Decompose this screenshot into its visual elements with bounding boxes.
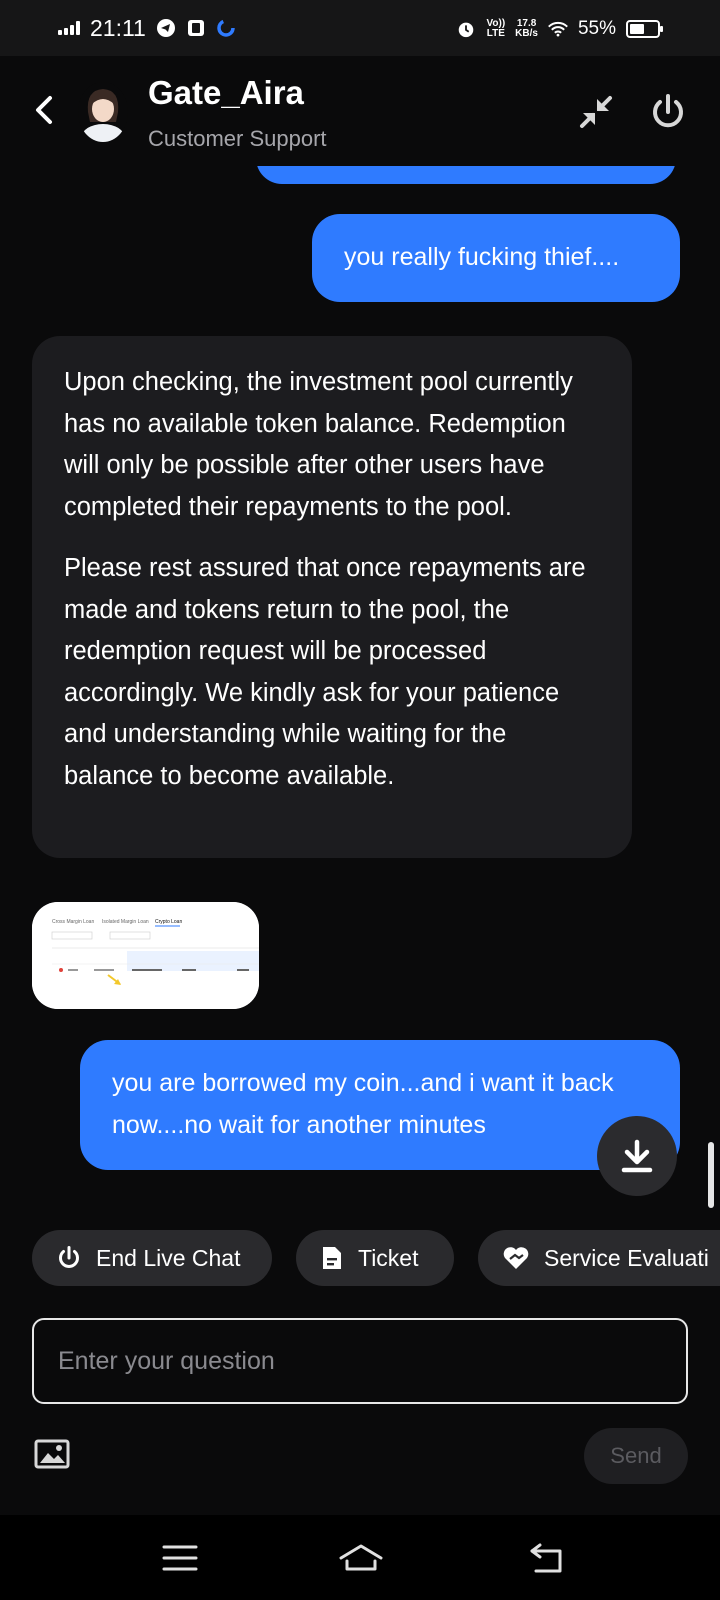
image-tab: Cross Margin Loan [52,919,94,925]
heart-hand-icon [503,1247,529,1269]
end-chat-button[interactable] [648,92,688,132]
scroll-to-bottom-button[interactable] [597,1116,677,1196]
back-nav-icon [530,1543,562,1573]
message-paragraph: Upon checking, the investment pool curre… [64,368,573,521]
home-icon [339,1544,383,1571]
power-icon [59,1246,79,1268]
back-arrow-icon [36,96,52,124]
message-text: you really fucking thief.... [344,243,620,271]
status-bar: 21:11 Vo)) LTE 17.8 KB/s 55% [0,0,720,56]
network-speed: 17.8 KB/s [515,18,538,39]
user-message: you are borrowed my coin...and i want it… [80,1040,680,1170]
alarm-icon [456,19,476,39]
app-icon [186,18,206,38]
agent-message: Upon checking, the investment pool curre… [32,336,632,858]
question-input-box[interactable] [32,1318,688,1404]
agent-image-attachment[interactable]: Cross Margin Loan Isolated Margin Loan C… [32,902,259,1009]
system-nav-bar [0,1515,720,1600]
status-time: 21:11 [90,14,146,41]
image-tab: Crypto Loan [155,919,182,925]
avatar [78,82,128,142]
battery-icon [626,20,663,38]
agent-role: Customer Support [148,126,327,151]
end-live-chat-button[interactable]: End Live Chat [32,1230,272,1286]
power-icon [653,94,683,128]
menu-icon [162,1545,198,1571]
message-paragraph: Please rest assured that once repayments… [64,554,586,790]
image-tab: Isolated Margin Loan [102,919,149,925]
quick-actions: End Live Chat Ticket Service Evaluati [0,1230,720,1286]
screenshot-thumbnail: Cross Margin Loan Isolated Margin Loan C… [32,902,259,1009]
send-button[interactable]: Send [584,1428,688,1484]
minimize-button[interactable] [578,94,614,130]
volte-indicator: Vo)) LTE [486,18,506,39]
ticket-button[interactable]: Ticket [296,1230,454,1286]
battery-percent: 55% [577,18,616,39]
chip-label: Ticket [358,1244,419,1271]
chip-label: Service Evaluati [544,1244,709,1271]
back-button[interactable] [30,92,60,128]
attach-image-button[interactable] [34,1438,70,1470]
sync-icon [216,18,236,38]
signal-icon [58,21,80,35]
service-evaluation-button[interactable]: Service Evaluati [478,1230,720,1286]
chip-label: End Live Chat [96,1244,241,1271]
document-icon [323,1247,341,1269]
previous-message-bubble [256,166,676,184]
message-text: you are borrowed my coin...and i want it… [112,1069,614,1139]
scrollbar-thumb[interactable] [708,1142,714,1208]
question-input[interactable] [58,1346,662,1376]
image-icon [34,1439,70,1469]
wifi-icon [548,19,568,39]
home-nav-button[interactable] [336,1541,386,1575]
chat-header: Gate_Aira Customer Support [0,56,720,166]
minimize-icon [580,96,612,128]
telegram-icon [156,18,176,38]
chat-messages[interactable]: you really fucking thief.... Upon checki… [0,166,720,1206]
menu-nav-button[interactable] [160,1541,200,1575]
user-message: you really fucking thief.... [312,214,680,302]
download-icon [621,1139,653,1173]
agent-name: Gate_Aira [148,74,304,111]
battery-level [630,24,645,34]
back-nav-button[interactable] [528,1541,568,1575]
